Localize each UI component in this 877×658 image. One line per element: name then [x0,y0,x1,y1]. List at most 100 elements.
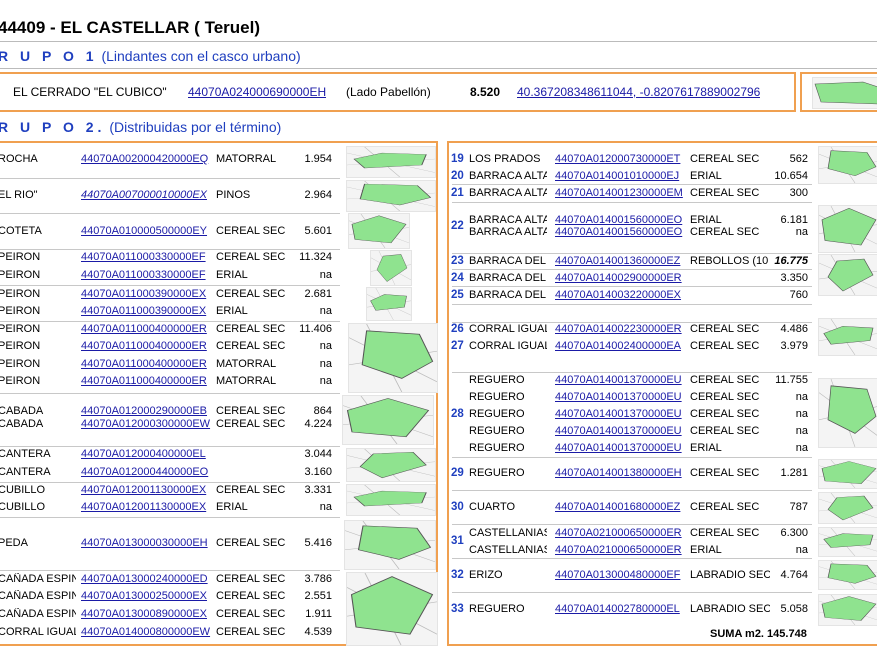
cadastral-ref-link[interactable]: 44070A012000730000ET [555,153,685,166]
cadastral-ref-link[interactable]: 44070A013000240000ED [81,573,211,586]
cadastral-ref-link[interactable]: 44070A014002780000EL [555,603,685,616]
cadastral-ref-link[interactable]: 44070A014001230000EM [555,187,685,200]
cadastral-ref-link[interactable]: 44070A012001130000EX [81,501,211,514]
cadastral-ref-link[interactable]: 44070A014001370000EU [555,374,685,387]
parcel-map-thumbnail[interactable] [348,323,438,393]
cadastral-ref-link[interactable]: 44070A011000330000EF [81,251,211,264]
parcel-map-thumbnail[interactable] [342,395,434,445]
cadastral-ref-link[interactable]: 44070A013000890000EX [81,608,211,621]
land-use: CEREAL SEC [216,590,286,602]
cadastral-ref-link[interactable]: 44070A014001370000EU [555,425,685,438]
cadastral-ref-link[interactable]: 44070A014002230000ER [555,323,685,336]
cadastral-ref-link[interactable]: 44070A002000420000EQ [81,153,211,166]
cadastral-ref-link[interactable]: 44070A012000290000EB [81,405,211,418]
cadastral-ref-link[interactable]: 44070A013000250000EX [81,590,211,603]
cadastral-ref-link[interactable]: 44070A012000400000EL [81,448,211,461]
row-index: 29 [451,467,464,479]
parcel-map-thumbnail[interactable] [818,318,877,356]
cadastral-ref-link[interactable]: 44070A014001380000EH [555,467,685,480]
parcel-map-thumbnail[interactable] [370,250,412,286]
cadastral-ref-link[interactable]: 44070A011000400000ER [81,375,211,388]
area-value: 4.764 [780,569,808,581]
parcel-map-thumbnail[interactable] [346,448,436,482]
area-value: 6.300 [780,527,808,539]
cadastral-ref-link[interactable]: 44070A014002400000EA [555,340,685,353]
cadastral-ref-link[interactable]: 44070A011000400000ER [81,323,211,336]
area-value: 4.224 [304,418,332,430]
parcel-map-thumbnail[interactable] [818,560,877,590]
row-name: PEIRON [0,323,41,335]
row-index: 30 [451,501,464,513]
parcel-map-thumbnail[interactable] [346,180,436,212]
cadastral-ref-link[interactable]: 44070A011000330000EF [81,269,211,282]
land-use: CEREAL SEC [690,153,760,165]
cadastral-ref-link[interactable]: 44070A014001360000EZ [555,255,685,268]
row-name: CASTELLANIAS [469,544,547,556]
parcel-map-thumbnail[interactable] [818,205,877,253]
cadastral-ref-link[interactable]: 44070A014002900000ER [555,272,685,285]
parcel-ref-link[interactable]: 44070A024000690000EH [188,86,326,99]
parcel-map-thumbnail[interactable] [346,484,436,516]
parcel-map-thumbnail[interactable] [346,572,438,646]
cadastral-ref-link[interactable]: 44070A021000650000ER [555,544,685,557]
row-name: BARRACA ALTA [469,170,547,182]
parcel-coords-link[interactable]: 40.367208348611044, -0.8207617889002796 [517,86,760,99]
cadastral-ref-link[interactable]: 44070A010000500000EY [81,225,211,238]
cadastral-ref-link[interactable]: 44070A014001370000EU [555,391,685,404]
row-name: CORRAL IGUAL [0,626,76,638]
parcel-map-thumbnail[interactable] [818,378,877,448]
parcel-map-thumbnail[interactable] [812,77,877,109]
parcel-map-thumbnail[interactable] [366,287,412,321]
cadastral-ref-link[interactable]: 44070A014001560000EO [555,226,685,239]
parcel-map-thumbnail[interactable] [818,459,877,489]
land-use: ERIAL [216,269,248,281]
cadastral-ref-link[interactable]: 44070A013000030000EH [81,537,211,550]
row-index: 22 [451,220,464,232]
parcel-map-thumbnail[interactable] [818,594,877,626]
cadastral-ref-link[interactable]: 44070A014001680000EZ [555,501,685,514]
cadastral-ref-link[interactable]: 44070A014000800000EW [81,626,211,639]
cadastral-ref-link[interactable]: 44070A011000390000EX [81,288,211,301]
row-separator [452,286,812,287]
parcel-map-thumbnail[interactable] [346,146,436,178]
parcel-map-thumbnail[interactable] [348,213,410,249]
cadastral-ref-link[interactable]: 44070A013000480000EF [555,569,685,582]
area-value: 5.058 [780,603,808,615]
cadastral-ref-link[interactable]: 44070A012001130000EX [81,484,211,497]
row-index: 26 [451,323,464,335]
row-name: LOS PRADOS [469,153,541,165]
cadastral-ref-link[interactable]: 44070A021000650000ER [555,527,685,540]
row-separator [0,482,340,483]
row-name: BARRACA DEL [469,289,547,301]
land-use: MATORRAL [216,153,277,165]
row-name: BARRACA DEL [469,272,547,284]
cadastral-ref-link[interactable]: 44070A014001010000EJ [555,170,685,183]
row-separator [0,517,340,518]
row-name: ROCHA [0,153,38,165]
parcel-map-thumbnail[interactable] [818,492,877,524]
parcel-name: EL CERRADO "EL CUBICO" [13,86,167,99]
page-title: 44409 - EL CASTELLAR ( Teruel) [0,18,260,37]
row-name: REGUERO [469,425,525,437]
parcel-map-thumbnail[interactable] [818,527,877,557]
cadastral-ref-link[interactable]: 44070A011000390000EX [81,305,211,318]
parcel-map-thumbnail[interactable] [818,146,877,184]
cadastral-ref-link[interactable]: 44070A011000400000ER [81,340,211,353]
land-use: CEREAL SEC [216,608,286,620]
group2-subtitle: (Distribuidas por el término) [109,119,282,135]
cadastral-ref-link[interactable]: 44070A014001370000EU [555,442,685,455]
area-value: 16.775 [774,255,808,267]
cadastral-ref-link[interactable]: 44070A014003220000EX [555,289,685,302]
parcel-map-thumbnail[interactable] [344,520,436,570]
group2-label: R U P O 2. [0,119,106,135]
row-name: PEIRON [0,251,41,263]
area-value: na [795,408,808,420]
row-separator [0,178,340,179]
cadastral-ref-link[interactable]: 44070A012000440000EO [81,466,211,479]
cadastral-ref-link[interactable]: 44070A014001370000EU [555,408,685,421]
cadastral-ref-link[interactable]: 44070A011000400000ER [81,358,211,371]
cadastral-ref-link[interactable]: 44070A007000010000EX [81,189,211,202]
row-separator [0,285,340,286]
parcel-map-thumbnail[interactable] [818,254,877,296]
cadastral-ref-link[interactable]: 44070A012000300000EW [81,418,211,431]
